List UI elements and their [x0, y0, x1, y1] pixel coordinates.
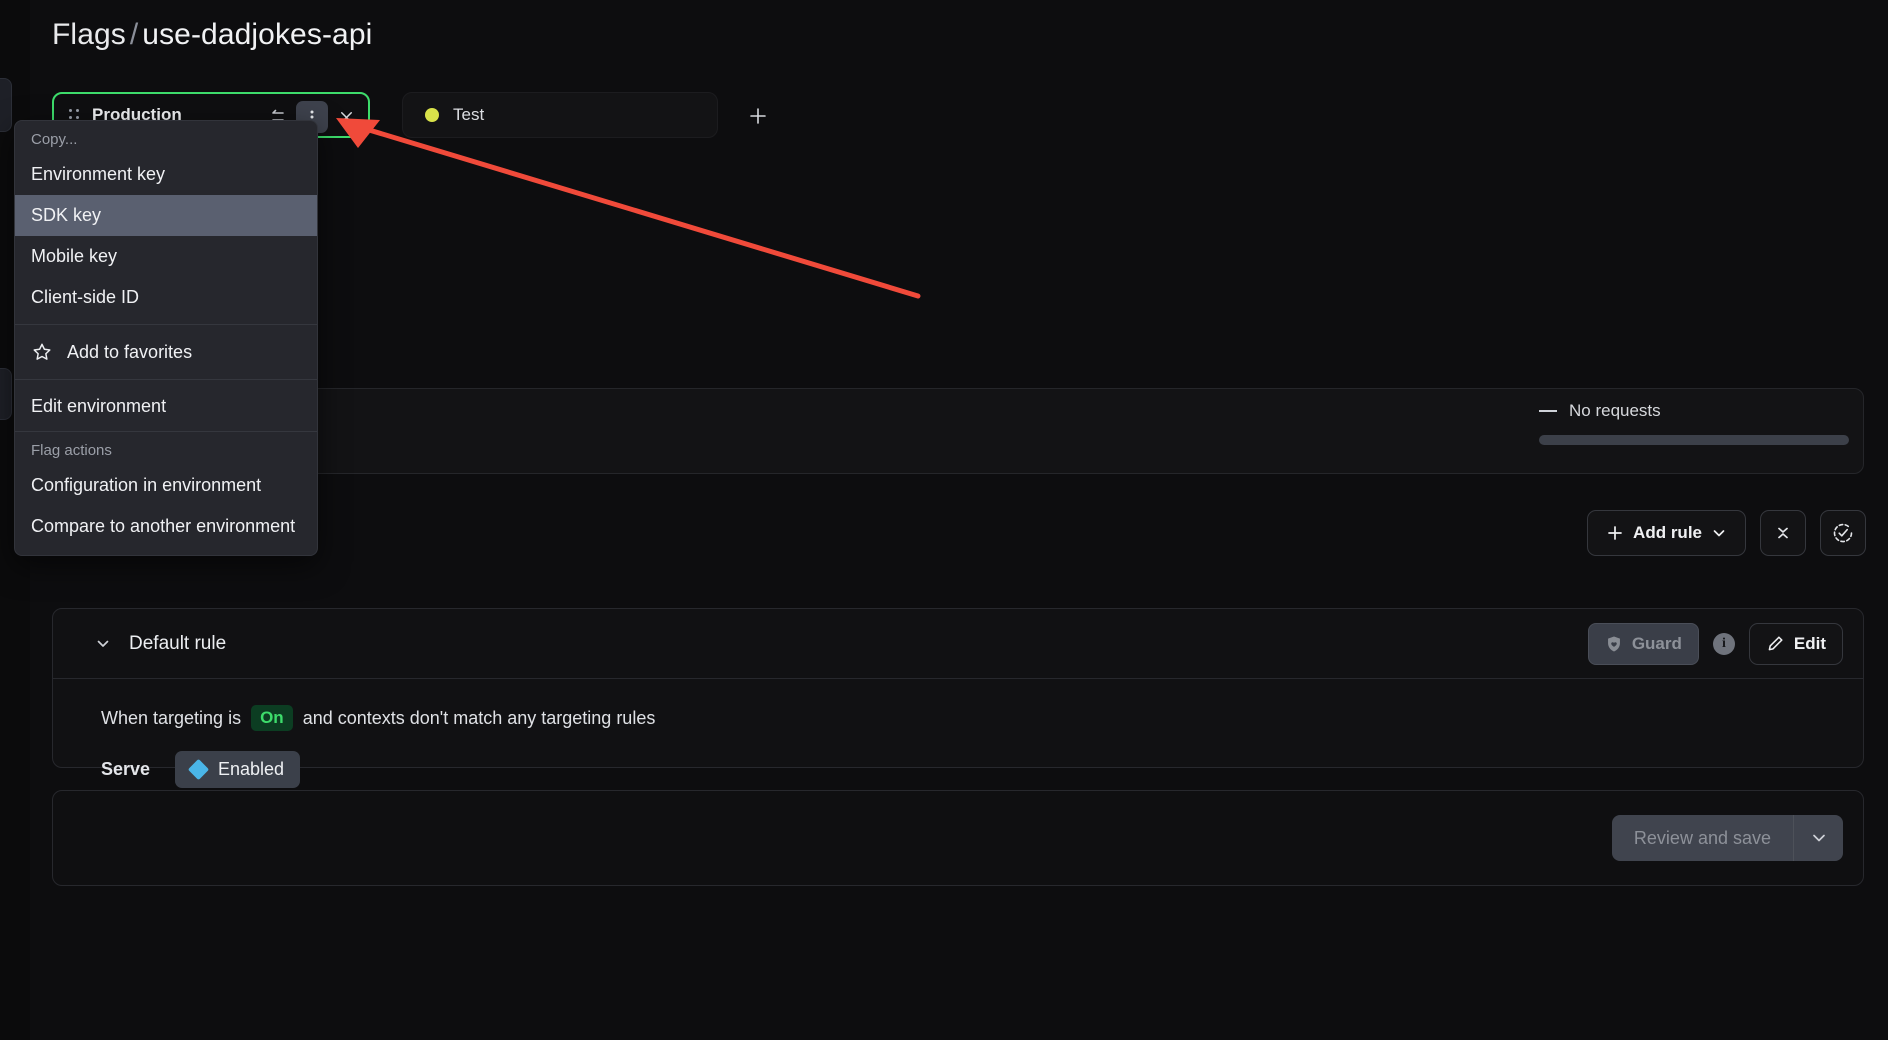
menu-section-label-flag-actions: Flag actions	[31, 442, 112, 459]
condition-suffix: and contexts don't match any targeting r…	[302, 707, 656, 728]
save-options-button[interactable]	[1793, 815, 1843, 861]
sidebar-rail-stub-top[interactable]	[0, 78, 12, 132]
close-icon[interactable]	[330, 101, 362, 133]
variation-swatch-icon	[187, 758, 210, 781]
serve-label: Serve	[101, 759, 151, 779]
default-rule-body: When targeting is On and contexts don't …	[53, 679, 1863, 788]
default-rule-title: Default rule	[129, 632, 227, 654]
chevron-down-icon	[1713, 530, 1725, 537]
menu-item-add-to-favorites[interactable]: Add to favorites	[15, 331, 317, 373]
dash-icon	[1539, 410, 1557, 412]
menu-item-compare-to-another-environment[interactable]: Compare to another environment	[15, 506, 317, 547]
review-and-save-label: Review and save	[1633, 827, 1771, 848]
menu-item-client-side-id[interactable]: Client-side ID	[15, 277, 317, 318]
pencil-icon	[1768, 636, 1783, 651]
edit-label: Edit	[1793, 633, 1826, 653]
requests-card: No requests	[52, 388, 1864, 474]
breadcrumb-root[interactable]: Flags	[52, 18, 126, 51]
condition-prefix: When targeting is	[101, 707, 242, 728]
app-root: Flags / use-dadjokes-api Production Test…	[0, 0, 1888, 1040]
add-environment-button[interactable]	[742, 100, 774, 132]
save-button-group: Review and save	[1611, 815, 1843, 861]
default-rule-condition: When targeting is On and contexts don't …	[101, 705, 1863, 731]
targeting-state-badge: On	[251, 705, 293, 731]
plus-icon	[1608, 526, 1622, 540]
collapse-all-icon	[1778, 527, 1788, 539]
menu-item-sdk-key[interactable]: SDK key	[15, 195, 317, 236]
menu-section-label-copy: Copy...	[31, 131, 78, 148]
guard-button: Guard	[1587, 622, 1699, 665]
breadcrumb-separator: /	[129, 18, 139, 51]
environment-tab-test[interactable]: Test	[402, 92, 718, 138]
default-rule-serve-row: Serve Enabled	[101, 751, 1863, 788]
info-icon[interactable]: i	[1712, 632, 1735, 655]
collapse-all-button[interactable]	[1760, 510, 1806, 556]
environment-color-dot	[425, 108, 439, 122]
menu-item-label: Add to favorites	[67, 341, 193, 362]
serve-variation-label: Enabled	[218, 759, 285, 779]
default-rule-header: Default rule Guard i Edit	[53, 609, 1863, 679]
star-icon	[33, 343, 51, 360]
review-status-button[interactable]	[1820, 510, 1866, 556]
menu-item-environment-key[interactable]: Environment key	[15, 154, 317, 195]
breadcrumb: Flags / use-dadjokes-api	[52, 18, 372, 52]
menu-divider	[15, 379, 317, 380]
environment-tab-label: Test	[453, 105, 485, 124]
requests-status-line: No requests	[1539, 401, 1849, 421]
menu-item-configuration-in-environment[interactable]: Configuration in environment	[15, 465, 317, 506]
default-rule-title-group: Default rule	[95, 633, 226, 655]
rules-toolbar: Add rule	[1587, 510, 1866, 556]
menu-item-mobile-key[interactable]: Mobile key	[15, 236, 317, 277]
check-circle-dashed-icon	[1833, 523, 1853, 543]
default-rule-actions: Guard i Edit	[1587, 622, 1843, 665]
save-bar: Review and save	[52, 790, 1864, 886]
environment-context-menu: Copy... Environment key SDK key Mobile k…	[14, 120, 318, 556]
sidebar-rail-stub-bottom[interactable]	[0, 368, 12, 420]
add-rule-button[interactable]: Add rule	[1587, 510, 1746, 556]
page-title: use-dadjokes-api	[142, 18, 373, 51]
menu-divider	[15, 324, 317, 325]
shield-heart-icon	[1607, 635, 1620, 652]
chevron-down-icon[interactable]	[95, 636, 111, 652]
guard-label: Guard	[1631, 633, 1682, 653]
review-and-save-button: Review and save	[1611, 815, 1793, 861]
serve-variation-chip[interactable]: Enabled	[175, 751, 301, 788]
default-rule-card: Default rule Guard i Edit When targeting…	[52, 608, 1864, 788]
edit-default-rule-button[interactable]: Edit	[1748, 622, 1843, 665]
add-rule-label: Add rule	[1633, 523, 1702, 542]
chevron-down-icon	[1812, 834, 1825, 842]
requests-summary: No requests	[1539, 401, 1849, 445]
requests-status-text: No requests	[1569, 401, 1661, 420]
menu-item-edit-environment[interactable]: Edit environment	[15, 386, 317, 427]
requests-sparkline-bar	[1539, 435, 1849, 445]
